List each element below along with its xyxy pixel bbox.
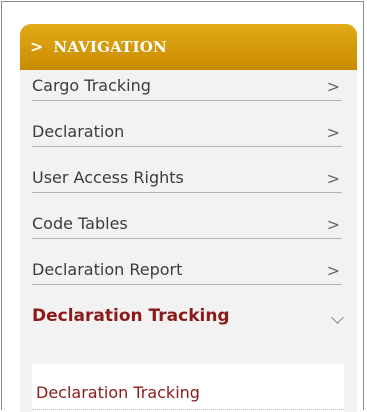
chevron-right-icon: >	[326, 215, 340, 234]
menu-item-label: User Access Rights	[32, 168, 184, 187]
submenu-item-declaration-tracking[interactable]: Declaration Tracking	[32, 364, 344, 412]
submenu-item-label: Declaration Tracking	[36, 383, 200, 402]
menu-item-declaration-tracking[interactable]: Declaration Tracking	[32, 301, 344, 331]
menu-item-user-access-rights[interactable]: User Access Rights >	[32, 162, 342, 193]
chevron-right-icon: >	[326, 123, 340, 142]
menu-item-label: Declaration Report	[32, 260, 183, 279]
chevron-right-icon: >	[326, 169, 340, 188]
chevron-right-icon: >	[30, 37, 44, 56]
menu-item-code-tables[interactable]: Code Tables >	[32, 208, 342, 239]
submenu-divider	[32, 409, 344, 410]
menu-item-label: Declaration Tracking	[32, 306, 230, 326]
menu-item-label: Cargo Tracking	[32, 76, 151, 95]
chevron-right-icon: >	[326, 77, 340, 96]
menu-item-label: Declaration	[32, 122, 125, 141]
menu-item-label: Code Tables	[32, 214, 128, 233]
menu-item-declaration-report[interactable]: Declaration Report >	[32, 254, 342, 285]
menu-item-declaration[interactable]: Declaration >	[32, 116, 342, 147]
submenu-declaration-tracking: Declaration Tracking	[32, 364, 344, 412]
navigation-title: NAVIGATION	[53, 38, 167, 56]
navigation-panel: > NAVIGATION Cargo Tracking > Declaratio…	[20, 24, 357, 412]
menu-item-cargo-tracking[interactable]: Cargo Tracking >	[32, 70, 342, 101]
chevron-down-icon	[331, 311, 344, 324]
navigation-header[interactable]: > NAVIGATION	[20, 24, 357, 70]
chevron-right-icon: >	[326, 261, 340, 280]
